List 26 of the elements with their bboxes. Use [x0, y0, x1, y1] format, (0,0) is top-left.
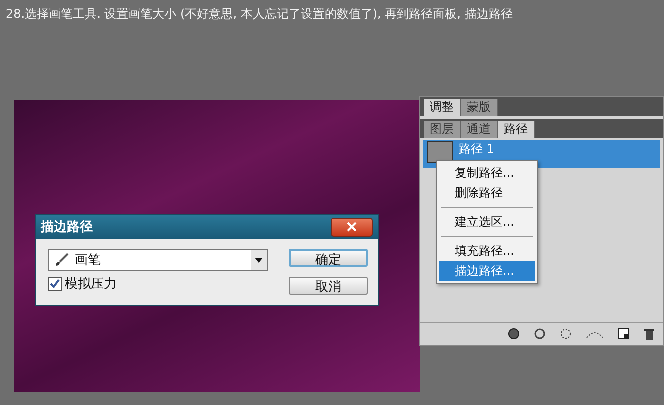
panel-tab[interactable]: 图层 [424, 121, 461, 138]
dialog-button[interactable]: 确定 [289, 249, 368, 267]
panel-tab[interactable]: 通道 [461, 121, 498, 138]
brush-icon [55, 253, 69, 267]
panel-tab[interactable]: 调整 [424, 99, 461, 116]
menu-item[interactable]: 填充路径... [439, 241, 535, 261]
path-thumbnail [427, 141, 453, 163]
menu-item[interactable]: 描边路径... [439, 261, 535, 281]
selection-icon[interactable] [560, 328, 572, 340]
menu-item[interactable]: 删除路径 [439, 183, 535, 203]
fill-path-icon[interactable] [508, 328, 520, 340]
new-path-icon[interactable] [618, 328, 630, 340]
menu-item[interactable]: 建立选区... [439, 212, 535, 232]
pressure-checkbox[interactable]: 模拟压力 [48, 275, 268, 293]
dialog-title: 描边路径 [41, 219, 93, 236]
step-caption: 28.选择画笔工具. 设置画笔大小 (不好意思, 本人忘记了设置的数值了), 再到路径面板, 描边路径 [6, 7, 513, 21]
panel-tab[interactable]: 路径 [498, 121, 535, 138]
stroke-path-icon[interactable] [534, 328, 546, 340]
trash-icon[interactable] [644, 328, 655, 340]
dialog-button[interactable]: 取消 [289, 277, 368, 295]
dropdown-arrow-icon [255, 258, 263, 262]
tool-dropdown[interactable]: 画笔 [48, 249, 268, 271]
checkbox[interactable] [48, 277, 62, 291]
panel-tab[interactable]: 蒙版 [461, 99, 498, 116]
close-icon [347, 222, 357, 232]
close-button[interactable] [331, 218, 373, 236]
